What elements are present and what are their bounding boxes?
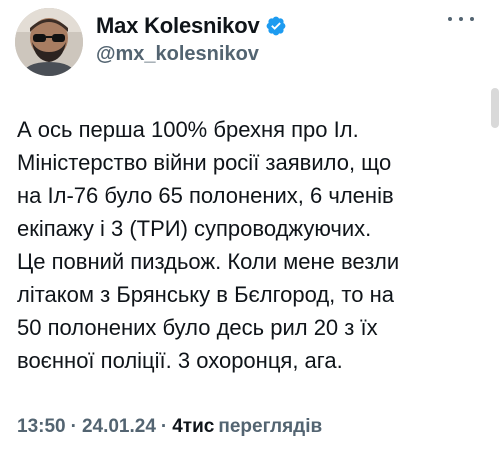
tweet-text-line: воєнної поліції. 3 охоронця, ага. [17,348,343,373]
tweet-text-line: літаком з Брянську в Бєлгород, то на [17,282,394,307]
views-label: переглядів [218,416,323,437]
tweet-text-line: А ось перша 100% брехня про Іл. [17,117,359,142]
more-horizontal-icon-dot [470,17,474,21]
tweet-meta: 13:50 · 24.01.24 · 4тис переглядів [17,416,322,438]
meta-separator: · [70,416,77,437]
meta-separator: · [160,416,168,437]
tweet-text-line: на Іл-76 було 65 полонених, 6 членів [17,183,394,208]
tweet-text-line: Це повний пиздьож. Коли мене везли [17,249,400,274]
more-horizontal-icon-dot [459,17,463,21]
tweet-time[interactable]: 13:50 [17,416,66,437]
tweet-text-line: Міністерство війни росії заявило, що [17,150,392,175]
scrollbar-thumb[interactable] [491,88,499,128]
more-options-button[interactable] [448,12,474,26]
tweet-text-line: 50 полонених було десь рил 20 з їх [17,315,378,340]
tweet-text: А ось перша 100% брехня про Іл. Міністер… [17,113,482,377]
verified-badge-icon [267,16,286,36]
avatar-photo-icon [15,8,83,76]
tweet-text-line: екіпажу і 3 (ТРИ) супроводжуючих. [17,216,372,241]
views-count[interactable]: 4тис [172,416,214,437]
tweet-card: Max Kolesnikov @mx_kolesnikov А ось перш… [0,0,499,457]
author-name-row: Max Kolesnikov [96,13,287,39]
more-horizontal-icon [448,17,452,21]
author-name[interactable]: Max Kolesnikov [96,13,260,39]
author-handle[interactable]: @mx_kolesnikov [96,43,259,66]
tweet-date[interactable]: 24.01.24 [82,416,156,437]
avatar[interactable] [15,8,83,76]
